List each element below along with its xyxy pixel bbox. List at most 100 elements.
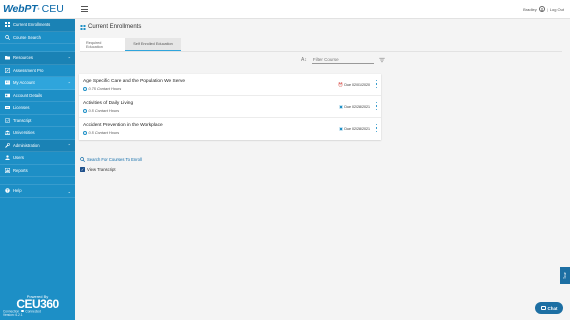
filter-row: A↕ — [301, 56, 385, 64]
sidebar-item-universities[interactable]: Universities — [0, 127, 75, 140]
course-hours: 0.5 Contact Hours — [83, 109, 119, 113]
search-icon — [4, 34, 10, 40]
sidebar-item-label: My Account — [13, 80, 35, 86]
sidebar-item-my-account[interactable]: My Account ⌃ — [0, 77, 75, 90]
chat-button[interactable]: Chat — [535, 302, 563, 314]
logo-trademark: ® — [37, 7, 40, 11]
sidebar-item-course-search[interactable]: Course Search — [0, 32, 75, 44]
chevron-down-icon: ⌄ — [67, 188, 71, 194]
course-hours-text: 0.5 Contact Hours — [88, 109, 120, 113]
wrench-icon — [4, 142, 10, 148]
sort-az-icon[interactable]: A↕ — [301, 57, 307, 63]
filter-icon[interactable] — [379, 57, 385, 63]
more-options-icon[interactable] — [375, 80, 378, 88]
page-header: Current Enrollments — [80, 24, 141, 30]
edit-icon — [4, 67, 10, 73]
logo-webpt: WebPT — [3, 3, 38, 15]
due-date-text: Due 02/28/2021 — [344, 126, 370, 131]
sidebar-item-label: Account Details — [13, 92, 43, 98]
chevron-up-icon: ⌃ — [67, 143, 71, 148]
sidebar-item-current-enrollments[interactable]: Current Enrollments — [0, 19, 75, 32]
due-date: ▣ Due 02/28/2021 — [339, 104, 370, 109]
ceu360-logo: CEU360 — [16, 297, 59, 311]
hamburger-menu-icon[interactable] — [81, 6, 88, 12]
report-icon — [4, 167, 10, 173]
course-row[interactable]: Activities of Daily Living 0.5 Contact H… — [79, 96, 381, 118]
sidebar-spacer — [0, 177, 75, 185]
course-hours-text: 0.5 Contact Hours — [88, 131, 120, 135]
due-date: ⏰ Due 02/01/2020 — [338, 82, 370, 87]
connection-dot-icon — [21, 309, 24, 313]
user-name[interactable]: Bradley — [523, 7, 537, 12]
search-courses-link[interactable]: Search For Courses To Enroll — [80, 157, 142, 162]
sidebar-item-licenses[interactable]: Licenses — [0, 102, 75, 115]
university-icon — [4, 130, 10, 136]
brand-logo[interactable]: WebPT ® CEU — [0, 0, 75, 19]
powered-by-logo: Powered By CEU360 — [0, 294, 75, 310]
help-icon: ? — [4, 188, 10, 194]
clock-icon — [83, 109, 87, 113]
page-title: Current Enrollments — [88, 24, 142, 30]
sidebar-item-transcript[interactable]: Transcript — [0, 115, 75, 127]
sidebar-item-resources[interactable]: Resources ⌃ — [0, 52, 75, 65]
checkbox-checked-icon[interactable]: ✓ — [80, 167, 85, 172]
user-avatar-icon[interactable] — [538, 6, 545, 12]
grid-icon — [80, 24, 86, 30]
chevron-up-icon: ⌃ — [67, 55, 71, 61]
sidebar-item-label: Resources — [13, 55, 34, 61]
top-bar: Bradley | Log Out — [75, 0, 570, 19]
overdue-alarm-icon: ⏰ — [337, 82, 343, 87]
course-list: Age Specific Care and the Population We … — [79, 74, 381, 140]
user-icon — [4, 155, 10, 161]
course-title[interactable]: Activities of Daily Living — [83, 101, 133, 106]
sidebar-item-account-details[interactable]: Account Details — [0, 90, 75, 102]
tab-bar: Required Education Self Enrolled Educati… — [80, 38, 181, 51]
sidebar-spacer — [0, 44, 75, 52]
transcript-icon — [4, 117, 10, 123]
tour-side-tab[interactable]: Tour — [560, 267, 570, 284]
folder-icon — [4, 55, 10, 61]
grid-icon — [4, 22, 10, 28]
logout-link[interactable]: Log Out — [550, 7, 564, 12]
due-date-text: Due 02/28/2021 — [344, 104, 370, 109]
course-row[interactable]: Age Specific Care and the Population We … — [79, 74, 381, 96]
calendar-icon: ▣ — [339, 126, 343, 131]
account-icon — [4, 80, 10, 86]
sidebar-item-label: Reports — [13, 167, 28, 173]
sidebar-item-label: Universities — [13, 130, 35, 136]
sidebar-item-assessment-pro[interactable]: Assessment Pro — [0, 65, 75, 77]
id-card-icon — [4, 92, 10, 98]
course-hours-text: 0.75 Contact Hours — [88, 87, 122, 91]
sidebar-item-label: Course Search — [13, 34, 41, 40]
course-title[interactable]: Accident Prevention in the Workplace — [83, 123, 163, 128]
sidebar-item-users[interactable]: Users — [0, 152, 75, 165]
tab-self-enrolled-education[interactable]: Self Enrolled Education — [125, 38, 181, 51]
sidebar-item-administration[interactable]: Administration ⌃ — [0, 139, 75, 152]
view-transcript-label: View Transcript — [87, 167, 116, 172]
clock-icon — [83, 87, 87, 91]
connection-status: Connection Connected Version: 6.2.1 — [3, 310, 41, 318]
divider: | — [546, 6, 548, 12]
sidebar-item-reports[interactable]: Reports — [0, 165, 75, 177]
due-date: ▣ Due 02/28/2021 — [339, 126, 370, 131]
course-title[interactable]: Age Specific Care and the Population We … — [83, 79, 185, 84]
filter-course-input[interactable] — [311, 56, 374, 64]
chat-bubble-icon — [540, 306, 546, 310]
sidebar-item-label: Administration — [13, 142, 40, 148]
calendar-icon: ▣ — [339, 104, 343, 109]
tab-required-education[interactable]: Required Education — [80, 38, 125, 51]
connection-value: Connected — [25, 309, 41, 314]
view-transcript-checkbox[interactable]: ✓ View Transcript — [80, 167, 116, 172]
search-icon — [80, 157, 85, 162]
course-row[interactable]: Accident Prevention in the Workplace 0.5… — [79, 118, 381, 140]
sidebar-item-help[interactable]: ? Help ⌄ — [0, 185, 75, 198]
chevron-up-icon: ⌃ — [67, 80, 71, 86]
sidebar-item-label: Current Enrollments — [13, 22, 51, 28]
svg-text:?: ? — [6, 189, 8, 193]
course-hours: 0.75 Contact Hours — [83, 87, 121, 91]
license-icon — [4, 105, 10, 111]
sidebar-item-label: Licenses — [13, 105, 30, 111]
more-options-icon[interactable] — [375, 102, 378, 110]
sidebar-item-label: Users — [13, 155, 24, 161]
more-options-icon[interactable] — [375, 124, 378, 132]
